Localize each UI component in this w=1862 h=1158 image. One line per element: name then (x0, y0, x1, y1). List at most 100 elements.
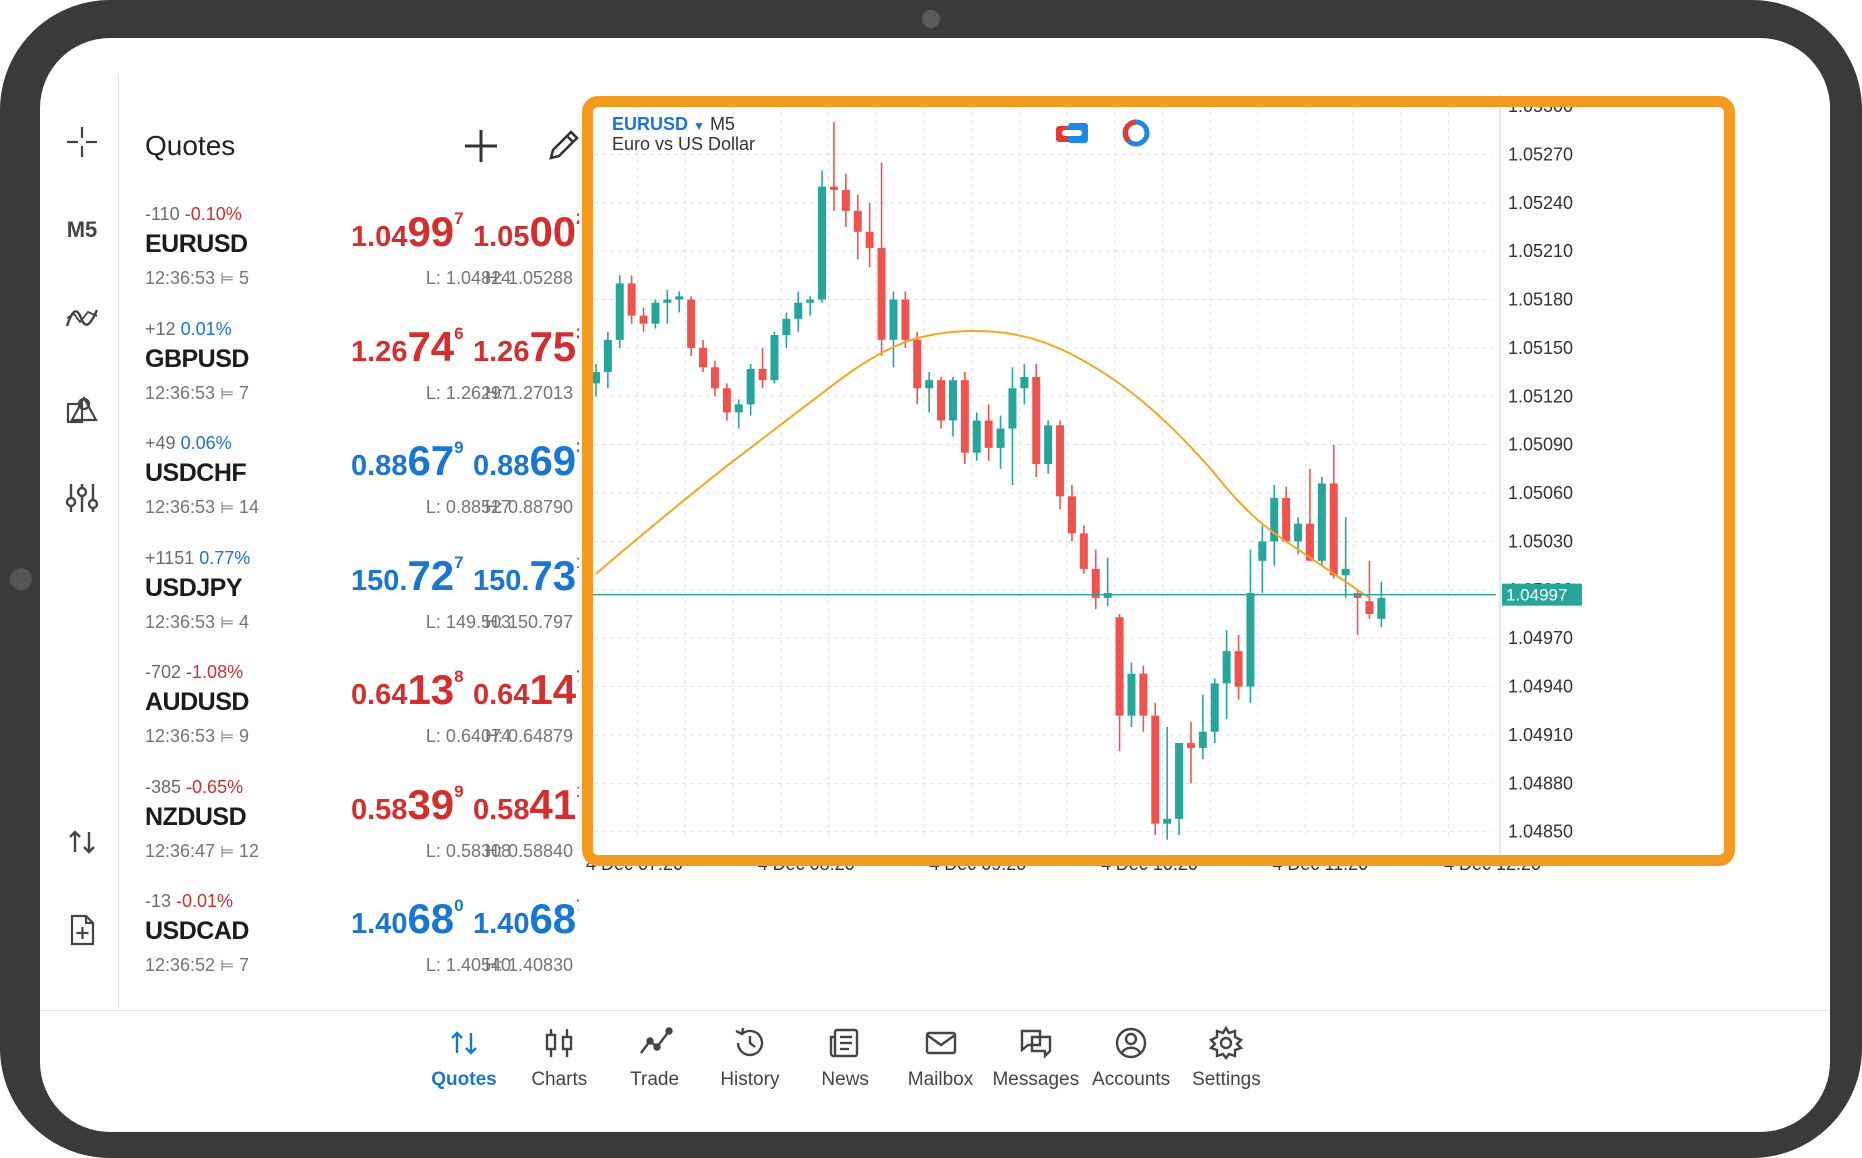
candle-body (1103, 593, 1112, 598)
news-icon (829, 1028, 859, 1058)
settings-sliders-button[interactable] (54, 470, 110, 526)
quote-bid: 1.26746 (351, 323, 464, 371)
ask-pip: 1 (576, 782, 579, 801)
candle-body (865, 231, 874, 248)
quote-ask: 1.05002 (473, 208, 579, 256)
ask-big-figure: 00 (529, 208, 577, 255)
one-click-trading-icon (69, 830, 95, 854)
crosshair-button[interactable] (54, 114, 110, 170)
nav-trade[interactable]: Trade (600, 1025, 710, 1091)
quote-change-percent: 0.01% (180, 318, 232, 339)
quote-symbol: USDJPY (145, 573, 243, 602)
ask-prefix: 1.40 (473, 908, 530, 940)
candle-body (1377, 597, 1386, 619)
objects-button[interactable] (54, 382, 110, 438)
quote-row-usdchf[interactable]: +49 0.06% USDCHF 12:36:53 ⊨ 14 0.88679 0.886… (119, 425, 579, 535)
chart-area[interactable]: 1.05300 1.05270 1.05240 1.05210 1.05180 1.051… (580, 94, 1830, 1008)
candle-body (1115, 617, 1124, 716)
candle-body (937, 380, 946, 421)
quote-row-audusd[interactable]: -702 -1.08% AUDUSD 12:36:53 ⊨ 9 0.64138 0.64… (119, 654, 579, 764)
quote-spread: 9 (239, 726, 250, 746)
candle-body (889, 299, 898, 340)
quote-row-gbpusd[interactable]: +12 0.01% GBPUSD 12:36:53 ⊨ 7 1.26746 1.2675… (119, 311, 579, 421)
candle-body (1008, 388, 1017, 429)
quote-time-spread: 12:36:53 ⊨ 7 (145, 383, 249, 404)
indicators-button[interactable] (54, 290, 110, 346)
nav-history[interactable]: History (695, 1025, 805, 1091)
candle-body (591, 372, 600, 384)
quote-symbol: NZDUSD (145, 802, 247, 831)
candle (818, 170, 827, 303)
quote-time-spread: 12:36:53 ⊨ 9 (145, 726, 249, 747)
candle-body (901, 299, 910, 340)
quote-change: +12 0.01% (145, 319, 232, 340)
quote-spread: 7 (239, 382, 250, 403)
crosshair-icon (67, 127, 97, 157)
chart-description: Euro vs US Dollar (612, 134, 756, 154)
quote-symbol: USDCHF (145, 459, 247, 487)
ask-pip: 3 (576, 324, 579, 343)
chart-symbol: EURUSD (612, 114, 689, 134)
nav-label: Accounts (1092, 1069, 1171, 1090)
ask-prefix: 0.64 (473, 679, 530, 711)
price-tick-label: 1.05060 (1508, 483, 1573, 503)
edit-quotes-button[interactable] (543, 126, 579, 166)
bid-big-figure: 68 (407, 895, 455, 942)
nav-messages[interactable]: Messages (981, 1025, 1091, 1091)
add-symbol-button[interactable] (459, 124, 503, 168)
price-chart[interactable]: 1.05300 1.05270 1.05240 1.05210 1.05180 1.051… (580, 94, 1830, 1008)
quote-time: 12:36:53 (145, 268, 216, 288)
settings-icon (1209, 1025, 1244, 1060)
quote-change: -702 -1.08% (145, 662, 243, 683)
quotes-title: Quotes (145, 130, 236, 161)
quote-symbol: GBPUSD (145, 344, 249, 373)
dropdown-arrow-icon: ▼ (693, 119, 705, 133)
nav-settings[interactable]: Settings (1171, 1025, 1281, 1091)
timeframe-button[interactable]: M5 (54, 202, 110, 258)
chart-timeframe: M5 (709, 114, 735, 134)
candle-body (1139, 673, 1148, 716)
nav-quotes[interactable]: Quotes (409, 1025, 519, 1091)
nav-charts[interactable]: Charts (504, 1025, 614, 1091)
candle-body (699, 347, 708, 368)
current-price-label: 1.04997 (1506, 586, 1567, 605)
candle-body (913, 339, 922, 389)
candle-body (996, 428, 1005, 448)
time-tick-label: 4 Dec 11:20 (1272, 854, 1368, 874)
candle-body (710, 367, 719, 389)
quote-high: H: 1.05288 (485, 268, 574, 288)
indicators-icon (65, 309, 99, 327)
nav-news[interactable]: News (790, 1025, 900, 1091)
candle (1056, 420, 1065, 510)
candle-body (627, 283, 636, 316)
quote-time: 12:36:53 (145, 726, 216, 746)
quote-bid: 1.04997 (351, 208, 464, 256)
quote-change-points: +12 (145, 318, 176, 339)
bid-pip: 7 (454, 552, 464, 572)
bid-big-figure: 72 (407, 551, 455, 599)
candle (615, 275, 624, 348)
trade-levels-toggle-icon[interactable] (1056, 123, 1088, 143)
ask-big-figure: 69 (529, 437, 577, 484)
one-click-trading-button[interactable] (54, 814, 110, 870)
price-tick-label: 1.04940 (1508, 677, 1573, 697)
ask-pip: 7 (576, 667, 579, 686)
quote-change-points: -110 (145, 204, 180, 224)
quote-spread: 12 (239, 840, 260, 861)
candle-body (794, 302, 803, 319)
candle-body (663, 299, 672, 303)
quote-time-spread: 12:36:53 ⊨ 14 (145, 497, 259, 518)
quote-row-usdjpy[interactable]: +1151 0.77% USDJPY 12:36:53 ⊨ 4 150.727 150.… (119, 540, 579, 650)
new-order-button[interactable] (54, 902, 110, 958)
nav-mailbox[interactable]: Mailbox (886, 1025, 996, 1091)
nav-accounts[interactable]: Accounts (1076, 1025, 1186, 1091)
quote-row-eurusd[interactable]: -110 -0.10% EURUSD 12:36:53 ⊨ 5 1.04997 1.05… (119, 196, 579, 306)
candle-body (841, 189, 850, 211)
side-button (10, 568, 32, 590)
quote-row-usdcad[interactable]: -13 -0.01% USDCAD 12:36:52 ⊨ 7 1.40680 1.406… (119, 883, 579, 993)
time-tick-label: 4 Dec 08:20 (758, 854, 855, 874)
quote-change-percent: -0.65% (186, 776, 244, 797)
candle-body (615, 283, 624, 340)
chart-symbol-label[interactable]: EURUSD ▼ M5 (612, 114, 735, 135)
quote-row-nzdusd[interactable]: -385 -0.65% NZDUSD 12:36:47 ⊨ 12 0.58399 0.5… (119, 769, 579, 879)
